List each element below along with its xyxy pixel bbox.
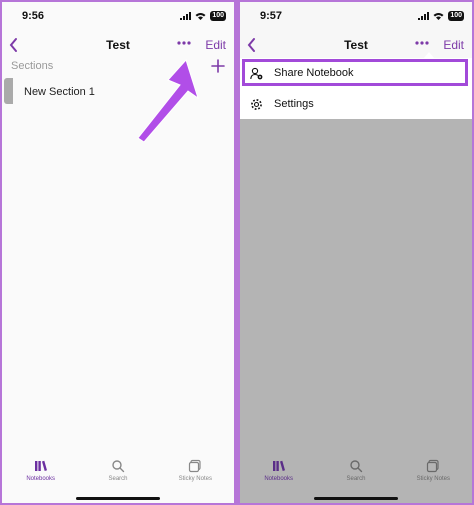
tab-notebooks[interactable]: Notebooks [2,459,79,493]
tab-sticky-notes[interactable]: Sticky Notes [157,459,234,493]
tab-search[interactable]: Search [317,459,394,493]
more-icon[interactable] [174,35,194,51]
notebooks-icon [34,460,47,471]
status-icons: 100 [418,11,464,21]
options-menu: Share Notebook Settings [240,58,472,119]
settings-label: Settings [274,98,314,110]
tab-search[interactable]: Search [79,459,156,493]
highlight-box [242,59,468,86]
status-bar: 9:57 100 [240,2,472,32]
search-icon [112,460,125,473]
edit-button[interactable]: Edit [443,38,464,52]
annotation-arrow [137,59,199,143]
sections-heading: Sections [11,60,54,72]
tab-bar: Notebooks Search Sticky Notes [240,459,472,493]
right-screen: 9:57 100 Test Edit Share Notebook Settin… [240,2,472,503]
tab-search-label: Search [346,476,366,482]
battery-icon: 100 [210,11,226,21]
more-icon[interactable] [412,35,432,51]
wifi-icon [433,13,444,20]
tab-notebooks-label: Notebooks [26,476,55,482]
nav-bar: Test Edit [240,32,472,58]
tab-bar: Notebooks Search Sticky Notes [2,459,234,493]
search-icon [350,460,363,473]
tab-notebooks-label: Notebooks [264,476,293,482]
signal-icon [180,12,192,20]
tab-sticky-notes-label: Sticky Notes [416,476,450,482]
section-color-tab [4,78,13,104]
dim-overlay[interactable] [240,119,472,503]
sticky-notes-icon [427,459,439,473]
section-item-label: New Section 1 [24,86,95,98]
status-bar: 9:56 100 [2,2,234,32]
signal-icon [418,12,430,20]
tab-sticky-notes[interactable]: Sticky Notes [395,459,472,493]
home-indicator [314,497,398,500]
left-screen: 9:56 100 Test Edit Sections New Section … [2,2,234,503]
edit-button[interactable]: Edit [205,38,226,52]
wifi-icon [195,13,206,20]
status-icons: 100 [180,11,226,21]
home-indicator [76,497,160,500]
page-title: Test [344,38,368,52]
tab-notebooks[interactable]: Notebooks [240,459,317,493]
status-time: 9:57 [260,10,283,22]
status-time: 9:56 [22,10,45,22]
tab-sticky-notes-label: Sticky Notes [178,476,212,482]
plus-icon[interactable] [210,58,226,74]
nav-bar: Test Edit [2,32,234,58]
notebooks-icon [272,460,285,471]
sticky-notes-icon [189,459,201,473]
battery-icon: 100 [448,11,464,21]
settings-item[interactable]: Settings [240,89,472,119]
tab-search-label: Search [108,476,128,482]
share-notebook-item[interactable]: Share Notebook [240,58,472,88]
page-title: Test [106,38,130,52]
gear-icon [251,98,262,110]
